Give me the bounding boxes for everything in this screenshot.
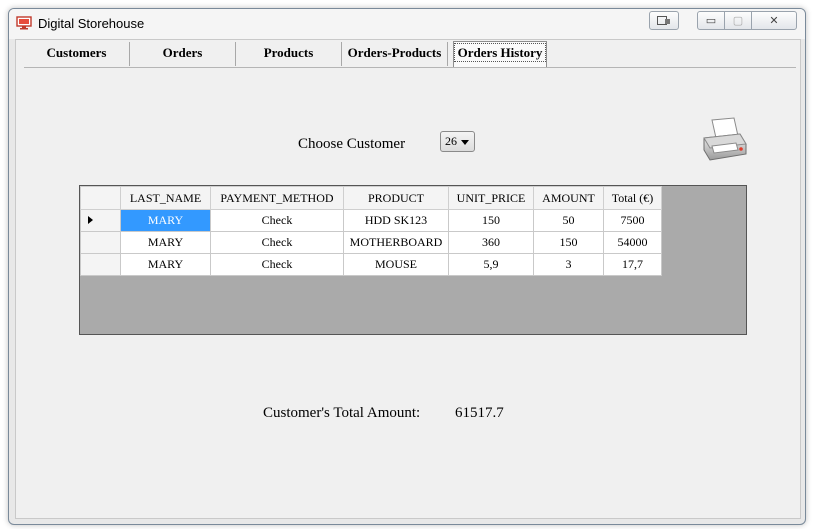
app-window: Digital Storehouse ▭ ▢ ✕ Customers Order…: [8, 8, 806, 525]
cell-total[interactable]: 54000: [603, 231, 662, 254]
column-header-unit-price[interactable]: UNIT_PRICE: [448, 186, 534, 210]
tab-orders[interactable]: Orders: [130, 42, 236, 66]
table-row[interactable]: MARY Check MOTHERBOARD 360 150 54000: [80, 231, 662, 254]
customer-select[interactable]: 26: [440, 131, 475, 152]
minimize-button[interactable]: ▭: [697, 11, 725, 30]
cell-unit-price[interactable]: 5,9: [448, 253, 534, 276]
tab-label: Customers: [46, 45, 107, 60]
row-header[interactable]: [80, 253, 121, 276]
printer-icon[interactable]: [700, 116, 748, 164]
window-title: Digital Storehouse: [38, 16, 145, 31]
row-header[interactable]: [80, 231, 121, 254]
tab-control: Customers Orders Products Orders-Product…: [15, 39, 801, 519]
column-header-payment-method[interactable]: PAYMENT_METHOD: [210, 186, 344, 210]
close-button[interactable]: ✕: [751, 11, 797, 30]
tab-products[interactable]: Products: [236, 42, 342, 66]
cell-product[interactable]: MOUSE: [343, 253, 449, 276]
tab-strip: Customers Orders Products Orders-Product…: [16, 40, 800, 70]
customer-select-value: 26: [445, 134, 457, 148]
choose-customer-label: Choose Customer: [298, 136, 406, 152]
cell-payment-method[interactable]: Check: [210, 209, 344, 232]
tab-orders-products[interactable]: Orders-Products: [342, 42, 448, 66]
cell-payment-method[interactable]: Check: [210, 231, 344, 254]
tab-orders-history[interactable]: Orders History: [453, 41, 547, 67]
cell-total[interactable]: 17,7: [603, 253, 662, 276]
restore-snap-button[interactable]: [649, 11, 679, 30]
grid-header-row: LAST_NAME PAYMENT_METHOD PRODUCT UNIT_PR…: [80, 186, 662, 210]
cell-unit-price[interactable]: 150: [448, 209, 534, 232]
row-header[interactable]: [80, 209, 121, 232]
orders-history-grid[interactable]: LAST_NAME PAYMENT_METHOD PRODUCT UNIT_PR…: [79, 185, 747, 335]
cell-product[interactable]: MOTHERBOARD: [343, 231, 449, 254]
cell-last-name[interactable]: MARY: [120, 209, 211, 232]
cell-last-name[interactable]: MARY: [120, 253, 211, 276]
grid-corner-cell: [80, 186, 121, 210]
chevron-down-icon: [461, 140, 469, 145]
tab-label: Orders History: [453, 43, 547, 62]
tab-label: Orders: [162, 45, 203, 60]
title-bar[interactable]: Digital Storehouse ▭ ▢ ✕: [9, 9, 805, 39]
cell-total[interactable]: 7500: [603, 209, 662, 232]
computer-icon: [16, 16, 32, 30]
column-header-product[interactable]: PRODUCT: [343, 186, 449, 210]
total-amount-label: Customer's Total Amount:: [263, 405, 421, 421]
column-header-amount[interactable]: AMOUNT: [533, 186, 604, 210]
table-row[interactable]: MARY Check MOUSE 5,9 3 17,7: [80, 253, 662, 276]
minimize-icon: ▭: [705, 14, 717, 27]
tab-label: Products: [263, 45, 314, 60]
close-icon: ✕: [769, 14, 779, 27]
tab-customers[interactable]: Customers: [24, 42, 130, 66]
total-amount-value: 61517.7: [455, 405, 504, 421]
cell-amount[interactable]: 3: [533, 253, 604, 276]
tab-label: Orders-Products: [347, 45, 442, 60]
table-row[interactable]: MARY Check HDD SK123 150 50 7500: [80, 209, 662, 232]
cell-payment-method[interactable]: Check: [210, 253, 344, 276]
window-snap-icon: [657, 15, 670, 25]
cell-unit-price[interactable]: 360: [448, 231, 534, 254]
maximize-icon: ▢: [732, 14, 744, 27]
tab-divider: [24, 67, 796, 68]
maximize-button[interactable]: ▢: [724, 11, 752, 30]
column-header-last-name[interactable]: LAST_NAME: [120, 186, 211, 210]
cell-amount[interactable]: 50: [533, 209, 604, 232]
cell-product[interactable]: HDD SK123: [343, 209, 449, 232]
cell-amount[interactable]: 150: [533, 231, 604, 254]
cell-last-name[interactable]: MARY: [120, 231, 211, 254]
column-header-total[interactable]: Total (€): [603, 186, 662, 210]
current-row-arrow-icon: [88, 216, 93, 224]
data-grid-table: LAST_NAME PAYMENT_METHOD PRODUCT UNIT_PR…: [80, 186, 662, 276]
